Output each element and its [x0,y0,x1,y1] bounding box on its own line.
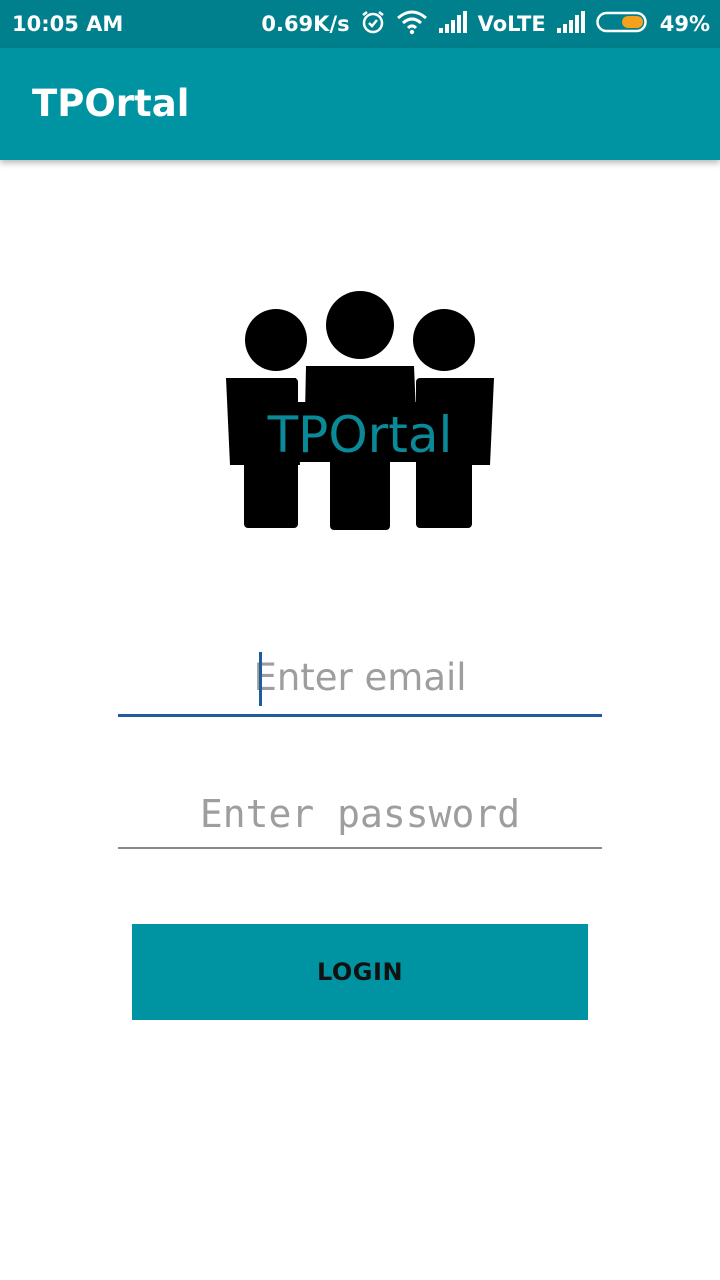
app-logo: TPOrtal [222,290,498,534]
email-input[interactable] [118,640,602,714]
logo-text: TPOrtal [267,406,453,464]
network-speed: 0.69K/s [261,12,350,36]
status-bar: 10:05 AM 0.69K/s VoLTE 49% [0,0,720,48]
password-field[interactable] [118,780,602,849]
signal-icon [556,10,586,39]
app-title: TPOrtal [32,82,190,125]
battery-percent: 49% [659,12,710,36]
signal-icon [438,10,468,39]
status-icons: 0.69K/s VoLTE 49% [251,8,710,40]
password-input[interactable] [118,780,602,847]
login-button[interactable]: LOGIN [132,924,588,1020]
alarm-icon [360,9,386,40]
email-field[interactable] [118,640,602,717]
network-type: VoLTE [477,12,546,36]
app-bar: TPOrtal [0,48,720,160]
wifi-icon [396,9,428,40]
text-cursor [259,652,262,706]
battery-icon [595,10,650,39]
status-time: 10:05 AM [12,12,124,36]
